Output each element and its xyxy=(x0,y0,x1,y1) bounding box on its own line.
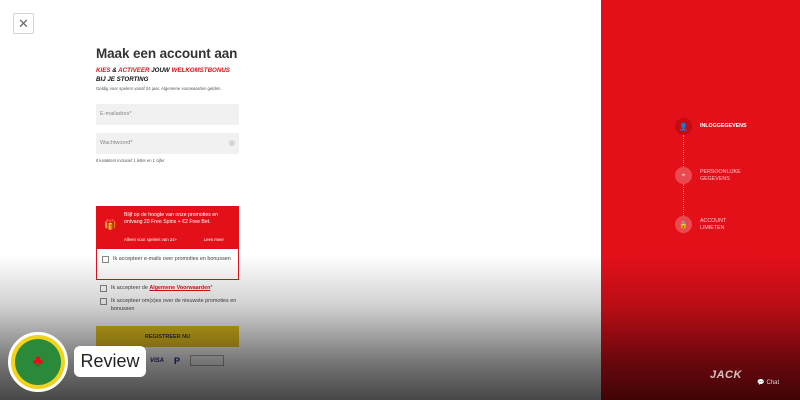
promo-word-kies: KIES xyxy=(96,67,111,74)
promo-word-amp: & xyxy=(112,67,117,74)
read-more-link[interactable]: Lees meer xyxy=(204,237,224,242)
location-pin-icon: ⌖ xyxy=(675,167,692,184)
password-placeholder: Wachtwoord* xyxy=(100,140,133,147)
registration-steps: 👤 INLOGGEGEVENS ⌖ PERSOONLIJKE GEGEVENS 🔒… xyxy=(675,118,785,233)
terms-prefix: Ik accepteer de xyxy=(111,285,148,291)
registration-panel: ✕ Maak een account aan KIES & ACTIVEER J… xyxy=(0,0,601,400)
payment-logos: VISA P xyxy=(150,355,225,366)
notify-checkbox-row[interactable]: Ik accepteer om(s)es over de nieuwste pr… xyxy=(100,297,239,313)
promo-word-activeer: ACTIVEER xyxy=(118,67,150,74)
review-site-logo: ♣ xyxy=(8,332,68,392)
lock-icon: 🔒 xyxy=(675,216,692,233)
promo-word-jouw: JOUW xyxy=(151,67,170,74)
step-personal: ⌖ PERSOONLIJKE GEGEVENS xyxy=(675,167,785,184)
legal-note: Geldig voor spelers vanaf 24 jaar. Algem… xyxy=(96,86,222,91)
step-personal-label: PERSOONLIJKE GEGEVENS xyxy=(700,168,741,182)
password-hint: 8 karakters inclusief 1 letter en 1 cijf… xyxy=(96,157,165,163)
terms-suffix: * xyxy=(210,285,213,291)
visa-logo: VISA xyxy=(150,357,165,364)
registration-form: Maak een account aan KIES & ACTIVEER JOU… xyxy=(96,46,239,163)
close-button[interactable]: ✕ xyxy=(13,13,34,34)
terms-checkbox-row[interactable]: Ik accepteer de Algemene Voorwaarden* xyxy=(100,284,239,292)
welcome-bonus-headline: KIES & ACTIVEER JOUW WELKOMSTBONUS BIJ J… xyxy=(96,67,239,84)
logo-inner: ♣ xyxy=(15,339,61,385)
chat-label: Chat xyxy=(766,379,780,386)
promo-word-welkomstbonus: WELKOMSTBONUS xyxy=(171,67,230,74)
eye-off-icon[interactable]: ◎ xyxy=(229,139,235,147)
email-placeholder: E-mailadres* xyxy=(100,111,132,118)
password-field[interactable]: Wachtwoord* ◎ xyxy=(96,132,239,154)
payment-badge xyxy=(190,355,225,366)
promo-email-label: Ik accepteer e-mails over promoties en b… xyxy=(113,256,231,262)
brand-logo: JACK xyxy=(710,369,742,381)
step-limits-label: ACCOUNT LIMIETEN xyxy=(700,217,727,231)
clover-icon: ♣ xyxy=(32,353,44,370)
step-login-label: INLOGGEGEVENS xyxy=(700,123,747,129)
terms-label: Ik accepteer de Algemene Voorwaarden* xyxy=(111,284,212,292)
promo-banner: 🎁 Blijf op de hoogte van onze promoties … xyxy=(97,207,238,249)
notify-checkbox[interactable] xyxy=(100,298,107,305)
promo-optin-box: 🎁 Blijf op de hoogte van onze promoties … xyxy=(96,206,239,280)
user-icon: 👤 xyxy=(675,118,692,135)
promo-age: Alleen voor spelers van 24+ xyxy=(124,237,178,242)
register-button[interactable]: REGISTREER NU xyxy=(96,326,239,347)
chat-button[interactable]: 💬 Chat xyxy=(757,379,780,387)
chat-icon: 💬 xyxy=(757,380,765,386)
terms-checkbox[interactable] xyxy=(100,285,107,292)
gift-icon: 🎁 xyxy=(104,220,117,231)
promo-email-checkbox[interactable] xyxy=(102,256,109,263)
review-tag: Review xyxy=(74,346,146,377)
promo-email-checkbox-row[interactable]: Ik accepteer e-mails over promoties en b… xyxy=(102,255,233,263)
page-title: Maak een account aan xyxy=(96,46,238,61)
terms-link[interactable]: Algemene Voorwaarden xyxy=(149,285,210,291)
promo-text: Blijf op de hoogte van onze promoties en… xyxy=(124,212,219,225)
email-field[interactable]: E-mailadres* xyxy=(96,103,239,125)
step-limits: 🔒 ACCOUNT LIMIETEN xyxy=(675,216,785,233)
paypal-logo: P xyxy=(174,355,181,366)
promo-line-2: BIJ JE STORTING xyxy=(96,75,149,83)
close-icon: ✕ xyxy=(18,15,29,31)
notify-label: Ik accepteer om(s)es over de nieuwste pr… xyxy=(111,298,237,312)
step-connector xyxy=(683,184,684,216)
step-login: 👤 INLOGGEGEVENS xyxy=(675,118,785,135)
consent-checkboxes: Ik accepteer de Algemene Voorwaarden* Ik… xyxy=(100,284,239,313)
promo-checkbox-area: Ik accepteer e-mails over promoties en b… xyxy=(97,249,238,279)
step-connector xyxy=(683,135,684,167)
